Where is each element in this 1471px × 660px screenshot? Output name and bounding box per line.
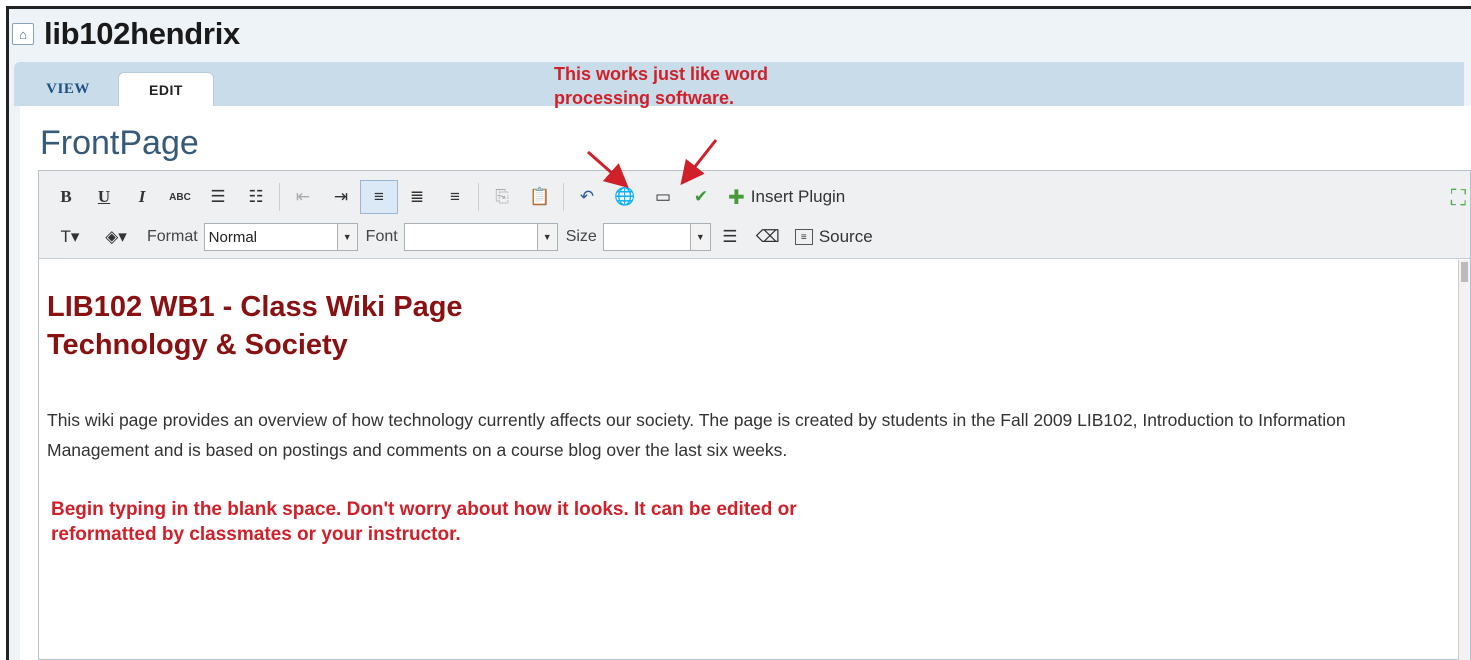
- horizontal-rule-icon[interactable]: ☰: [711, 220, 749, 254]
- tab-edit[interactable]: EDIT: [118, 72, 214, 106]
- document-heading: LIB102 WB1 - Class Wiki Page Technology …: [47, 288, 463, 364]
- chevron-down-icon[interactable]: ▼: [536, 224, 557, 250]
- site-title: lib102hendrix: [44, 16, 240, 51]
- toolbar-row-1: B U I ABC ☰ ☷ ⇤ ⇥ ≡ ≣ ≡ ⎘ 📋 ↶ 🌐 ▭ ✔ ✚ In…: [47, 180, 845, 214]
- text-color-icon[interactable]: T▾: [47, 220, 93, 254]
- insert-plugin-label: Insert Plugin: [750, 187, 846, 206]
- page-title: FrontPage: [40, 124, 199, 162]
- puzzle-icon: ✚: [728, 186, 745, 209]
- maximize-icon[interactable]: ⛶: [1451, 185, 1466, 211]
- paste-icon[interactable]: 📋: [521, 180, 559, 214]
- font-select[interactable]: ▼: [403, 223, 558, 251]
- font-label: Font: [365, 228, 398, 245]
- source-label: Source: [818, 227, 873, 246]
- insert-plugin-button[interactable]: ✚ Insert Plugin: [728, 185, 845, 210]
- indent-icon[interactable]: ⇥: [322, 180, 360, 214]
- format-select[interactable]: Normal ▼: [203, 223, 358, 251]
- italic-button[interactable]: I: [123, 180, 161, 214]
- align-right-icon[interactable]: ≡: [436, 180, 474, 214]
- editor-document[interactable]: LIB102 WB1 - Class Wiki Page Technology …: [39, 260, 1459, 660]
- size-label: Size: [565, 228, 597, 245]
- bold-button[interactable]: B: [47, 180, 85, 214]
- format-value: Normal: [208, 228, 258, 246]
- source-button[interactable]: ≡ Source: [794, 227, 873, 247]
- tab-view[interactable]: VIEW: [28, 72, 108, 106]
- annotation-middle: Begin typing in the blank space. Don't w…: [51, 499, 797, 545]
- document-paragraph: This wiki page provides an overview of h…: [47, 410, 1346, 460]
- outdent-icon[interactable]: ⇤: [284, 180, 322, 214]
- strikethrough-button[interactable]: ABC: [161, 180, 199, 214]
- size-select[interactable]: ▼: [602, 223, 711, 251]
- background-color-icon[interactable]: ◈▾: [93, 220, 139, 254]
- eraser-icon[interactable]: ⌫: [749, 220, 787, 254]
- document-heading-line-1: LIB102 WB1 - Class Wiki Page: [47, 291, 463, 323]
- chevron-down-icon[interactable]: ▼: [336, 224, 357, 250]
- window-icon[interactable]: ▭: [644, 180, 682, 214]
- rich-text-editor: B U I ABC ☰ ☷ ⇤ ⇥ ≡ ≣ ≡ ⎘ 📋 ↶ 🌐 ▭ ✔ ✚ In…: [38, 170, 1471, 660]
- chevron-down-icon[interactable]: ▼: [689, 224, 710, 250]
- format-label: Format: [147, 228, 198, 245]
- scrollbar-thumb[interactable]: [1461, 262, 1468, 282]
- home-icon[interactable]: ⌂: [12, 23, 34, 45]
- bulleted-list-icon[interactable]: ☷: [237, 180, 275, 214]
- undo-icon[interactable]: ↶: [568, 180, 606, 214]
- align-left-icon[interactable]: ≡: [360, 180, 398, 214]
- spellcheck-icon[interactable]: ✔: [682, 180, 720, 214]
- toolbar-separator: [279, 183, 280, 211]
- underline-button[interactable]: U: [85, 180, 123, 214]
- vertical-scrollbar[interactable]: [1458, 260, 1470, 660]
- toolbar-separator: [563, 183, 564, 211]
- toolbar-separator: [478, 183, 479, 211]
- align-center-icon[interactable]: ≣: [398, 180, 436, 214]
- site-header: ⌂ lib102hendrix: [12, 10, 240, 58]
- link-globe-icon[interactable]: 🌐: [606, 180, 644, 214]
- copy-icon[interactable]: ⎘: [483, 180, 521, 214]
- source-icon: ≡: [794, 229, 813, 245]
- document-heading-line-2: Technology & Society: [47, 329, 348, 361]
- toolbar-row-2: T▾ ◈▾ Format Normal ▼ Font ▼ Size ▼ ☰ ⌫ …: [47, 220, 873, 254]
- editor-toolbar: B U I ABC ☰ ☷ ⇤ ⇥ ≡ ≣ ≡ ⎘ 📋 ↶ 🌐 ▭ ✔ ✚ In…: [39, 171, 1470, 259]
- numbered-list-icon[interactable]: ☰: [199, 180, 237, 214]
- annotation-top: This works just like word processing sof…: [554, 64, 769, 108]
